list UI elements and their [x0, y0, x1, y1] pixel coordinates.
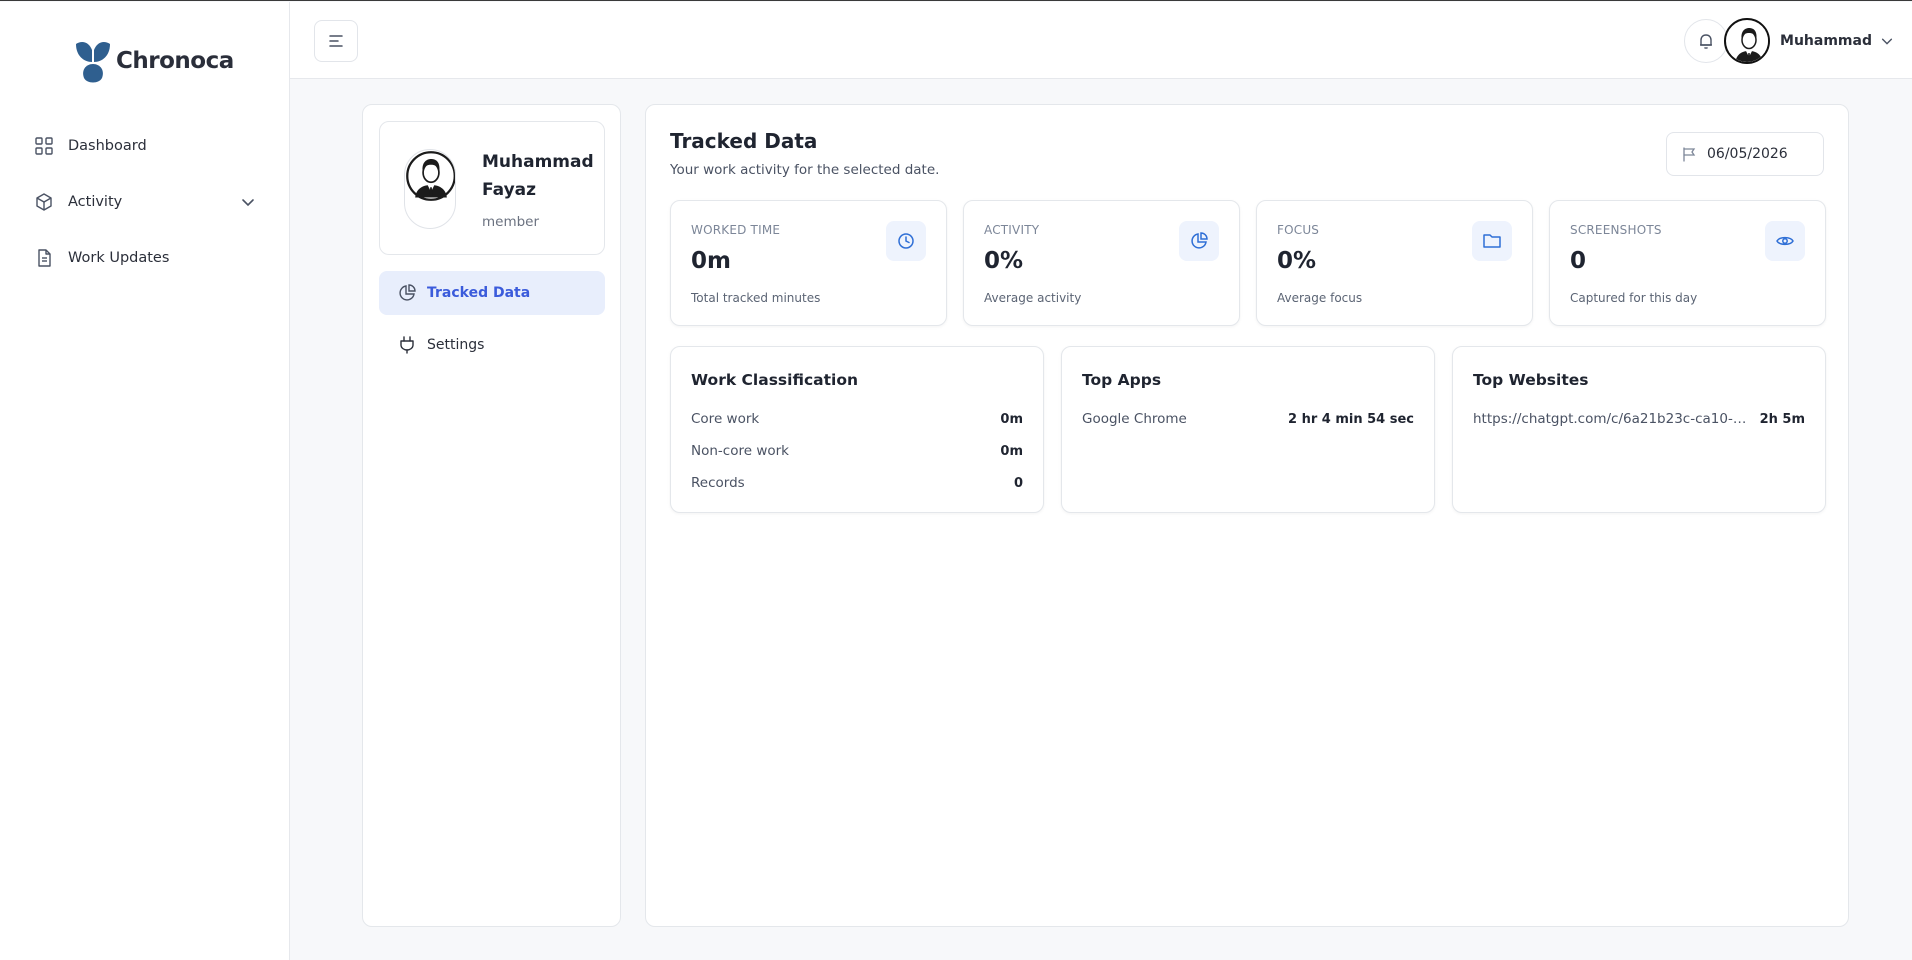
row-label: Records: [691, 475, 745, 491]
row-value: 0: [1013, 475, 1023, 491]
page-subtitle: Your work activity for the selected date…: [670, 162, 940, 178]
stat-value: 0%: [1277, 248, 1317, 274]
clock-icon: [886, 221, 926, 261]
row-value: 0m: [1000, 411, 1023, 427]
sidebar-item-label: Dashboard: [68, 138, 147, 154]
user-menu[interactable]: Muhammad: [1724, 18, 1894, 64]
tab-label: Tracked Data: [427, 285, 531, 301]
stat-value: 0%: [984, 248, 1024, 274]
card-title: Top Websites: [1473, 371, 1589, 389]
list-item: Records 0: [691, 473, 1023, 493]
profile-panel: Muhammad Fayaz member Tracked Data Setti…: [362, 104, 621, 927]
row-label: https://chatgpt.com/c/6a21b23c-ca10-83a7…: [1473, 411, 1748, 427]
stat-description: Average focus: [1277, 291, 1363, 305]
list-item: Non-core work 0m: [691, 441, 1023, 461]
sidebar-item-activity[interactable]: Activity: [0, 174, 290, 230]
stat-value: 0: [1570, 248, 1587, 274]
profile-name: Muhammad Fayaz: [482, 152, 594, 200]
chevron-down-icon: [1881, 38, 1893, 45]
stat-label: FOCUS: [1277, 223, 1320, 237]
document-icon: [34, 248, 54, 268]
stat-card-screenshots: SCREENSHOTS 0 Captured for this day: [1549, 200, 1826, 326]
grid-icon: [34, 136, 54, 156]
stat-card-activity: ACTIVITY 0% Average activity: [963, 200, 1240, 326]
brand-name: Chronoca: [116, 48, 234, 74]
tracked-data-panel: Tracked Data Your work activity for the …: [645, 104, 1849, 927]
chronoca-logo-icon: [76, 42, 110, 83]
sidebar-item-dashboard[interactable]: Dashboard: [0, 118, 290, 174]
plug-icon: [397, 335, 417, 355]
list-item: Google Chrome 2 hr 4 min 54 sec: [1082, 409, 1414, 429]
stat-description: Average activity: [984, 291, 1082, 305]
selected-date: 06/05/2026: [1707, 146, 1788, 162]
stat-label: WORKED TIME: [691, 223, 781, 237]
user-name: Muhammad: [1780, 33, 1872, 49]
avatar: [1724, 18, 1771, 64]
pie-chart-icon: [397, 283, 417, 303]
tab-settings[interactable]: Settings: [379, 323, 605, 367]
menu-icon: [329, 35, 343, 47]
pie-chart-icon: [1179, 221, 1219, 261]
row-label: Non-core work: [691, 443, 789, 459]
bell-icon: [1700, 34, 1712, 49]
list-item: https://chatgpt.com/c/6a21b23c-ca10-83a7…: [1473, 409, 1805, 429]
row-value: 2h 5m: [1759, 411, 1805, 427]
avatar: [404, 149, 456, 229]
row-value: 0m: [1000, 443, 1023, 459]
flag-icon: [1681, 146, 1697, 162]
stat-description: Total tracked minutes: [691, 291, 821, 305]
stat-label: ACTIVITY: [984, 223, 1040, 237]
tab-tracked-data[interactable]: Tracked Data: [379, 271, 605, 315]
card-title: Top Apps: [1082, 371, 1162, 389]
sidebar-item-label: Activity: [68, 194, 123, 210]
chevron-down-icon[interactable]: [240, 194, 256, 210]
profile-role: member: [482, 214, 540, 230]
stat-label: SCREENSHOTS: [1570, 223, 1662, 237]
stat-description: Captured for this day: [1570, 291, 1698, 305]
list-item: Core work 0m: [691, 409, 1023, 429]
brand-logo[interactable]: Chronoca: [72, 38, 234, 84]
notifications-button[interactable]: [1684, 19, 1728, 63]
stat-value: 0m: [691, 248, 731, 274]
stat-card-worked-time: WORKED TIME 0m Total tracked minutes: [670, 200, 947, 326]
page-title: Tracked Data: [670, 129, 818, 153]
menu-toggle-button[interactable]: [314, 20, 358, 62]
row-value: 2 hr 4 min 54 sec: [1288, 411, 1414, 427]
row-label: Google Chrome: [1082, 411, 1187, 427]
profile-card: Muhammad Fayaz member: [379, 121, 605, 255]
sidebar-nav: Dashboard Activity Work Updates: [0, 118, 290, 286]
folder-icon: [1472, 221, 1512, 261]
sidebar: Chronoca Dashboard Activity Work Updates: [0, 2, 290, 960]
row-label: Core work: [691, 411, 760, 427]
topbar: Muhammad: [290, 2, 1912, 79]
work-classification-card: Work Classification Core work 0m Non-cor…: [670, 346, 1044, 513]
sidebar-item-label: Work Updates: [68, 250, 170, 266]
sidebar-item-work-updates[interactable]: Work Updates: [0, 230, 290, 286]
top-apps-card: Top Apps Google Chrome 2 hr 4 min 54 sec: [1061, 346, 1435, 513]
cube-icon: [34, 192, 54, 212]
top-websites-card: Top Websites https://chatgpt.com/c/6a21b…: [1452, 346, 1826, 513]
date-picker-button[interactable]: 06/05/2026: [1666, 132, 1824, 176]
card-title: Work Classification: [691, 371, 858, 389]
eye-icon: [1765, 221, 1805, 261]
stat-card-focus: FOCUS 0% Average focus: [1256, 200, 1533, 326]
tab-label: Settings: [427, 337, 485, 353]
